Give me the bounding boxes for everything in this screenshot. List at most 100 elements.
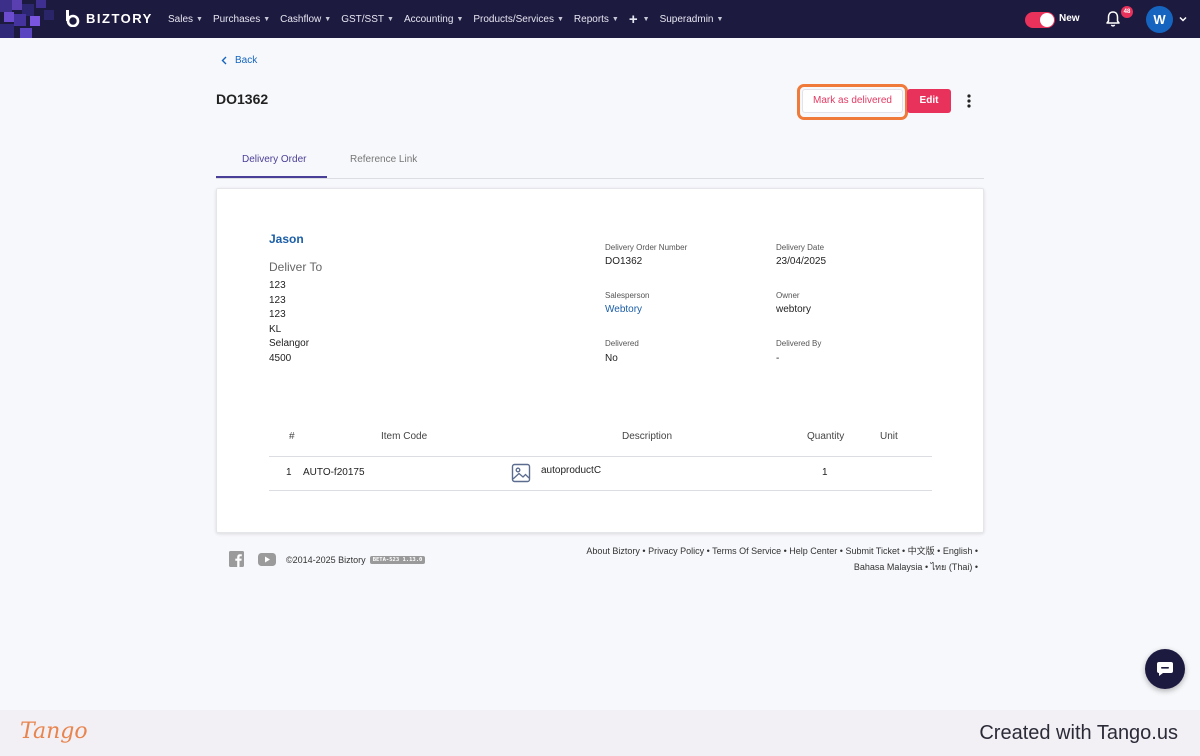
nav-reports[interactable]: Reports ▼ (574, 14, 619, 25)
salesperson-label: Salesperson (605, 291, 650, 300)
back-link[interactable]: Back (221, 55, 257, 66)
chevron-down-icon: ▼ (263, 15, 271, 23)
delivery-date-label: Delivery Date (776, 243, 825, 252)
nav-gst-sst[interactable]: GST/SST ▼ (341, 14, 394, 25)
item-description: autoproductC (541, 465, 602, 476)
user-avatar[interactable]: W (1146, 6, 1173, 33)
salesperson-link[interactable]: Webtory (605, 304, 642, 315)
mark-as-delivered-button[interactable]: Mark as delivered (802, 89, 903, 113)
delivered-by-label: Delivered By (776, 339, 822, 348)
nav-quick-add[interactable]: + ▼ (629, 11, 650, 28)
item-code-link[interactable]: AUTO-f20175 (303, 467, 365, 478)
chevron-down-icon: ▼ (611, 15, 619, 23)
nav-superadmin[interactable]: Superadmin ▼ (660, 14, 724, 25)
delivered-by-value: - (776, 353, 780, 364)
delivered-label: Delivered (605, 339, 639, 348)
nav-products-services[interactable]: Products/Services ▼ (473, 14, 564, 25)
tango-watermark-bar: Tango Created with Tango.us (0, 710, 1200, 756)
chevron-down-icon: ▼ (716, 15, 724, 23)
address-line: Selangor (269, 338, 310, 349)
column-header-unit: Unit (880, 431, 898, 442)
tab-bar: Delivery Order Reference Link (216, 145, 984, 179)
bell-icon[interactable] (1105, 10, 1121, 28)
tango-logo: Tango (20, 719, 88, 744)
toggle-knob (1040, 13, 1054, 27)
footer-link-malay[interactable]: Bahasa Malaysia (854, 562, 923, 572)
footer-link-about[interactable]: About Biztory (586, 546, 640, 556)
nav-gst-sst-label: GST/SST (341, 13, 385, 25)
footer-link-help[interactable]: Help Center (789, 546, 837, 556)
chevron-down-icon: ▼ (387, 15, 394, 23)
chevron-down-icon: ▼ (456, 15, 464, 23)
chevron-left-icon (221, 56, 227, 65)
chevron-down-icon: ▼ (324, 15, 332, 23)
footer-link-terms[interactable]: Terms Of Service (712, 546, 781, 556)
column-header-item-code: Item Code (381, 431, 428, 442)
footer-link-ticket[interactable]: Submit Ticket (845, 546, 899, 556)
chat-launcher-button[interactable] (1145, 649, 1185, 689)
do-number-value: DO1362 (605, 256, 643, 267)
column-header-quantity: Quantity (807, 431, 845, 442)
plus-icon: + (628, 10, 638, 28)
column-header-description: Description (622, 431, 673, 442)
delivered-value: No (605, 353, 618, 364)
owner-value: webtory (776, 304, 812, 315)
delivery-date-value: 23/04/2025 (776, 256, 827, 267)
footer-link-thai[interactable]: ไทย (Thai) (931, 562, 973, 572)
address-line: 4500 (269, 353, 292, 364)
customer-name[interactable]: Jason (269, 232, 304, 246)
item-quantity: 1 (822, 467, 828, 478)
notification-badge: 48 (1121, 6, 1133, 18)
nav-purchases-label: Purchases (212, 13, 261, 25)
edit-button[interactable]: Edit (907, 89, 951, 113)
owner-label: Owner (776, 291, 800, 300)
nav-sales-label: Sales (168, 13, 194, 25)
tab-delivery-order[interactable]: Delivery Order (242, 154, 306, 165)
table-divider (269, 456, 932, 457)
tango-created-text: Created with Tango.us (979, 722, 1178, 744)
more-options-icon[interactable] (963, 93, 975, 111)
brand-name: BIZTORY (86, 10, 153, 26)
footer-link-chinese[interactable]: 中文版 (908, 546, 935, 556)
chevron-down-icon[interactable] (1178, 14, 1188, 24)
address-line: KL (269, 324, 282, 335)
tab-reference-link[interactable]: Reference Link (350, 154, 417, 165)
new-ui-toggle[interactable] (1025, 12, 1055, 28)
nav-purchases[interactable]: Purchases ▼ (213, 14, 270, 25)
address-line: 123 (269, 280, 286, 291)
copyright: ©2014-2025 Biztory BETA-523 1.13.0 (286, 555, 426, 565)
row-index: 1 (286, 467, 292, 478)
youtube-icon[interactable] (258, 553, 276, 566)
nav-sales[interactable]: Sales ▼ (168, 14, 203, 25)
image-placeholder-icon (511, 463, 531, 483)
biztory-logo-icon (66, 10, 80, 27)
main-menu: Sales ▼ Purchases ▼ Cashflow ▼ GST/SST ▼ Acc… (168, 0, 733, 38)
chat-icon (1157, 662, 1173, 676)
nav-reports-label: Reports (573, 13, 609, 25)
chevron-down-icon: ▼ (196, 15, 203, 23)
new-ui-toggle-label: New (1059, 13, 1080, 24)
brand-logo[interactable]: BIZTORY (64, 9, 153, 27)
delivery-order-card: Jason Deliver To 123 123 123 KL Selangor… (216, 188, 984, 533)
do-number-label: Delivery Order Number (605, 243, 688, 252)
facebook-icon[interactable] (229, 551, 244, 567)
top-navbar: BIZTORY Sales ▼ Purchases ▼ Cashflow ▼ GST/… (0, 0, 1200, 38)
chevron-down-icon: ▼ (556, 15, 564, 23)
nav-cashflow-label: Cashflow (280, 13, 322, 25)
chevron-down-icon: ▼ (642, 15, 650, 23)
brand-mosaic-decoration (0, 0, 70, 38)
column-header-index: # (289, 431, 295, 442)
address-line: 123 (269, 309, 286, 320)
nav-superadmin-label: Superadmin (659, 13, 714, 25)
footer-link-privacy[interactable]: Privacy Policy (648, 546, 704, 556)
copyright-text: ©2014-2025 Biztory (286, 555, 366, 565)
footer-link-english[interactable]: English (943, 546, 973, 556)
nav-cashflow[interactable]: Cashflow ▼ (280, 14, 331, 25)
nav-products-services-label: Products/Services (473, 13, 554, 25)
page-title: DO1362 (216, 91, 269, 107)
nav-accounting[interactable]: Accounting ▼ (404, 14, 463, 25)
footer-links: About Biztory • Privacy Policy • Terms O… (586, 546, 978, 572)
table-divider (269, 490, 932, 491)
back-label: Back (235, 55, 258, 66)
address-line: 123 (269, 295, 286, 306)
